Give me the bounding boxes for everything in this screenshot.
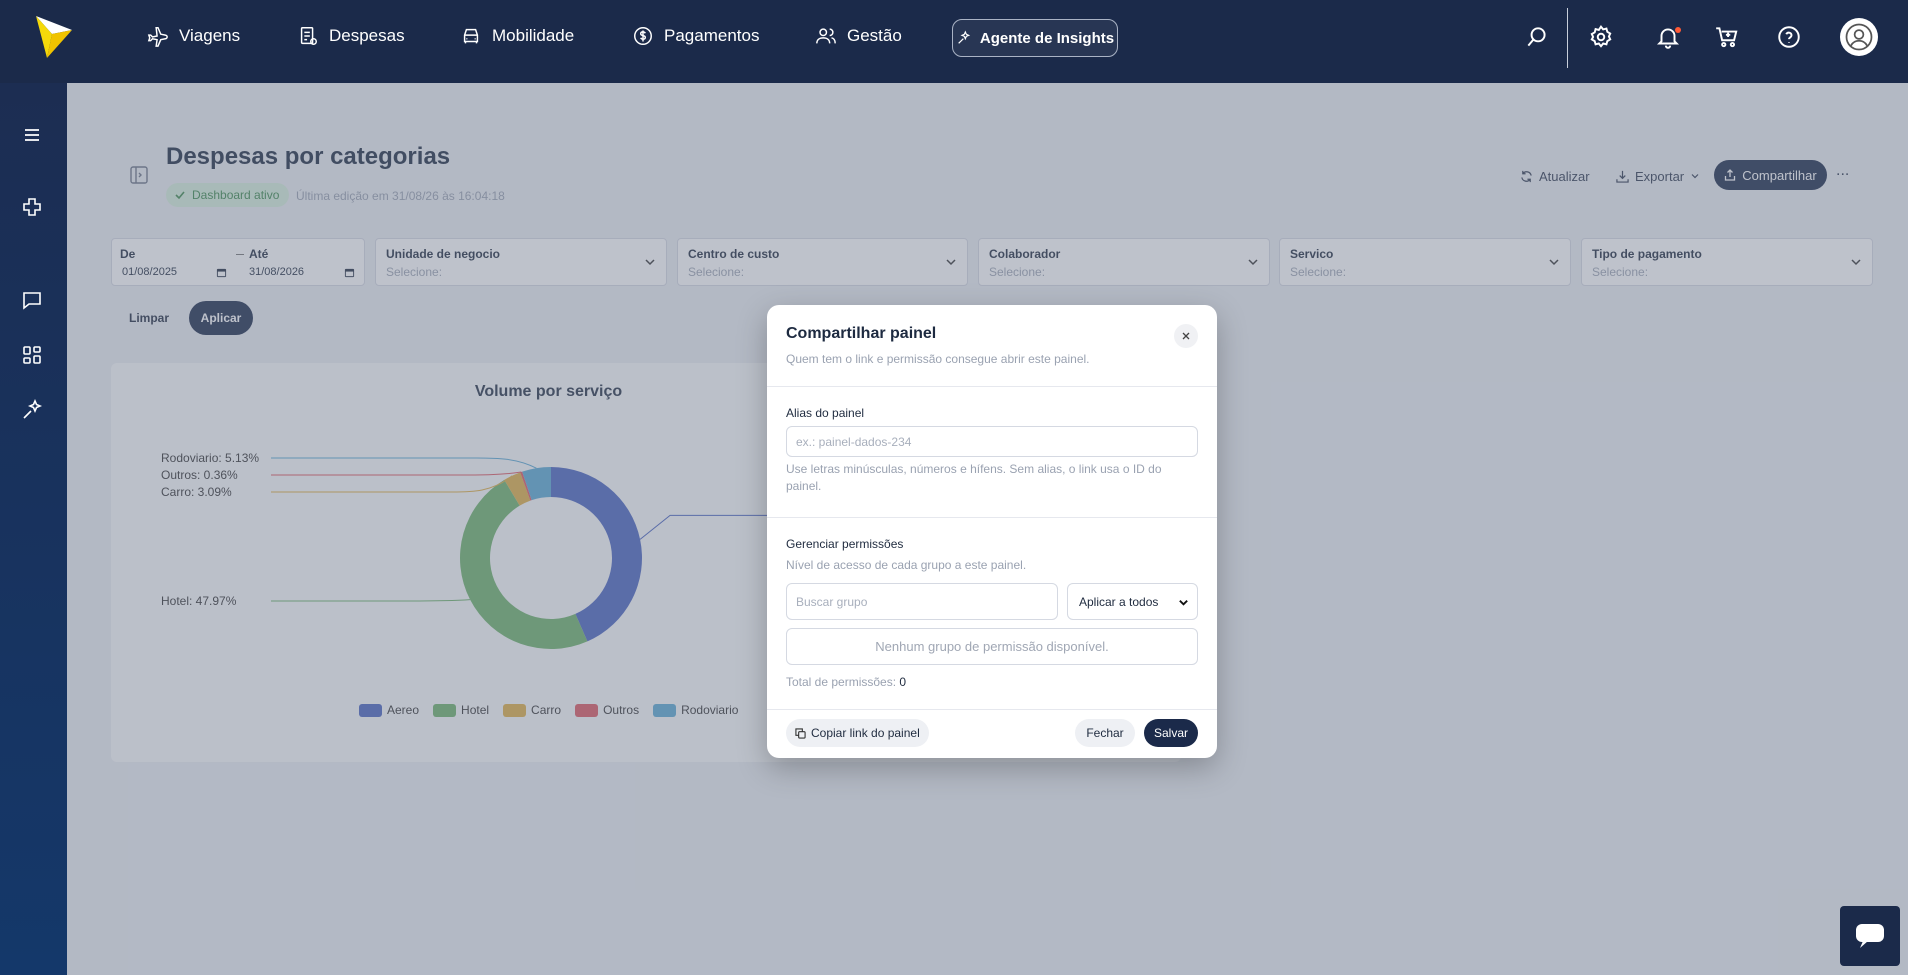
share-dialog: Compartilhar painel Quem tem o link e pe… (767, 305, 1217, 758)
total-permissions-value: 0 (899, 675, 907, 689)
save-button[interactable]: Salvar (1144, 719, 1198, 747)
chat-widget-button[interactable] (1840, 906, 1900, 966)
left-sidebar (0, 83, 67, 975)
nav-viagens-label: Viagens (179, 26, 241, 45)
divider (767, 709, 1217, 710)
copy-link-button[interactable]: Copiar link do painel (786, 719, 929, 747)
permissions-hint: Nível de acesso de cada grupo a este pai… (786, 558, 1027, 572)
close-button[interactable]: Fechar (1075, 719, 1135, 747)
avatar[interactable] (1840, 18, 1878, 56)
gear-icon[interactable] (1588, 24, 1614, 50)
copy-icon (795, 727, 806, 739)
menu-icon[interactable] (20, 123, 44, 147)
dialog-title: Compartilhar painel (786, 325, 937, 342)
dashboard-icon[interactable] (20, 343, 44, 367)
add-widget-icon[interactable] (20, 195, 44, 219)
nav-viagens[interactable]: Viagens (147, 23, 240, 49)
sparkles-icon (958, 30, 971, 44)
nav-gestao[interactable]: Gestão (815, 23, 902, 49)
close-dialog-button[interactable] (1174, 324, 1198, 348)
alias-input[interactable] (786, 426, 1198, 457)
receipt-icon (300, 27, 317, 45)
nav-mobilidade[interactable]: Mobilidade (460, 23, 574, 49)
dialog-subtitle: Quem tem o link e permissão consegue abr… (786, 352, 1090, 366)
plane-icon (147, 27, 168, 47)
group-search-input[interactable] (786, 583, 1058, 620)
total-permissions: Total de permissões: 0 (786, 675, 906, 689)
nav-gestao-label: Gestão (847, 26, 902, 45)
top-navbar: Viagens Despesas Mobilidade Pagamentos G… (0, 0, 1908, 83)
alias-label: Alias do painel (786, 406, 865, 420)
nav-despesas-label: Despesas (329, 26, 405, 45)
empty-permissions-message: Nenhum grupo de permissão disponível. (786, 628, 1198, 665)
copy-link-label: Copiar link do painel (811, 726, 920, 740)
cart-icon[interactable] (1714, 24, 1740, 50)
divider (767, 517, 1217, 518)
insights-agent-button[interactable]: Agente de Insights (952, 19, 1118, 57)
brand-logo[interactable] (34, 14, 74, 60)
close-icon (1182, 332, 1190, 340)
apply-to-all-select[interactable]: Aplicar a todos (1067, 583, 1198, 620)
nav-mobilidade-label: Mobilidade (492, 26, 575, 45)
users-icon (816, 28, 836, 44)
car-icon (463, 28, 479, 44)
nav-despesas[interactable]: Despesas (297, 23, 405, 49)
insights-agent-label: Agente de Insights (979, 29, 1115, 47)
insights-icon[interactable] (20, 398, 44, 422)
dollar-icon (634, 27, 652, 45)
permissions-label: Gerenciar permissões (786, 537, 904, 551)
nav-pagamentos[interactable]: Pagamentos (632, 23, 759, 49)
alias-hint: Use letras minúsculas, números e hífens.… (786, 462, 1162, 493)
search-icon[interactable] (1524, 24, 1550, 50)
nav-divider (1567, 8, 1568, 68)
user-icon (1845, 23, 1873, 51)
chevron-down-icon (1179, 600, 1188, 606)
apply-to-all-value: Aplicar a todos (1079, 594, 1159, 609)
help-icon[interactable] (1776, 24, 1802, 50)
chat-icon[interactable] (20, 288, 44, 312)
notification-dot (1675, 27, 1681, 33)
total-permissions-label: Total de permissões: (786, 675, 897, 689)
divider (767, 386, 1217, 387)
chat-bubble-icon (1856, 924, 1884, 948)
nav-pagamentos-label: Pagamentos (664, 26, 760, 45)
